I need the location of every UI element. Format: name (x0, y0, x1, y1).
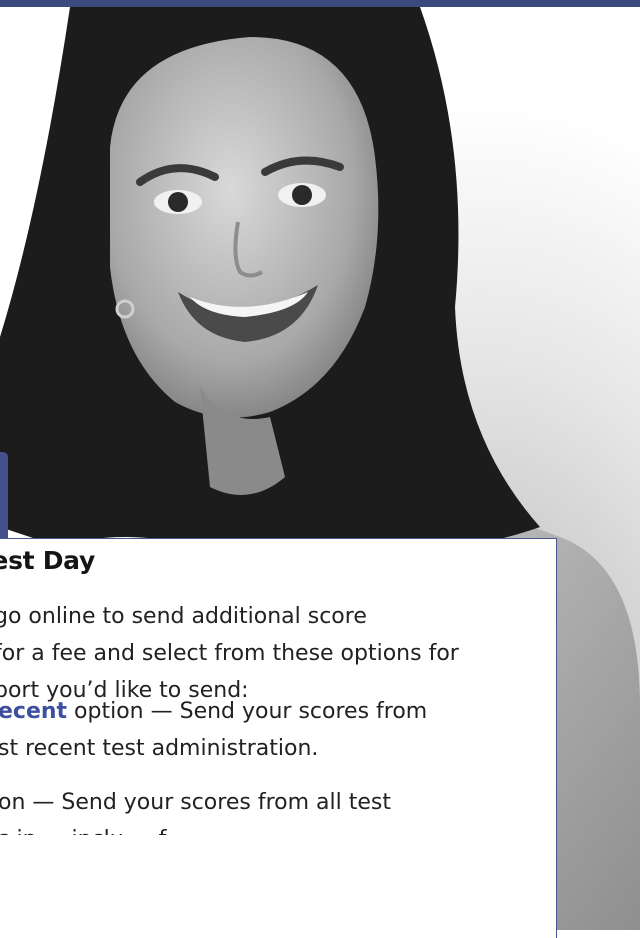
top-accent-bar (0, 0, 640, 7)
option-all-line-1: on — Send your scores from all test (0, 790, 391, 815)
option-all: on — Send your scores from all test s in… (0, 784, 558, 858)
option-recent-desc: option — Send your scores from (67, 699, 428, 724)
option-recent-line-1: ecent option — Send your scores from (0, 693, 558, 730)
intro-line-1: go online to send additional score (0, 604, 367, 629)
card-title: Test Day (0, 546, 95, 575)
option-recent: ecent option — Send your scores from st … (0, 693, 558, 767)
option-recent-line-2: st recent test administration. (0, 736, 319, 761)
option-all-line-2: s in ... inclu ... f ... (0, 827, 195, 852)
intro-line-2: for a fee and select from these options … (0, 641, 459, 666)
side-tab-marker (0, 452, 8, 538)
option-recent-keyword: ecent (0, 699, 68, 724)
